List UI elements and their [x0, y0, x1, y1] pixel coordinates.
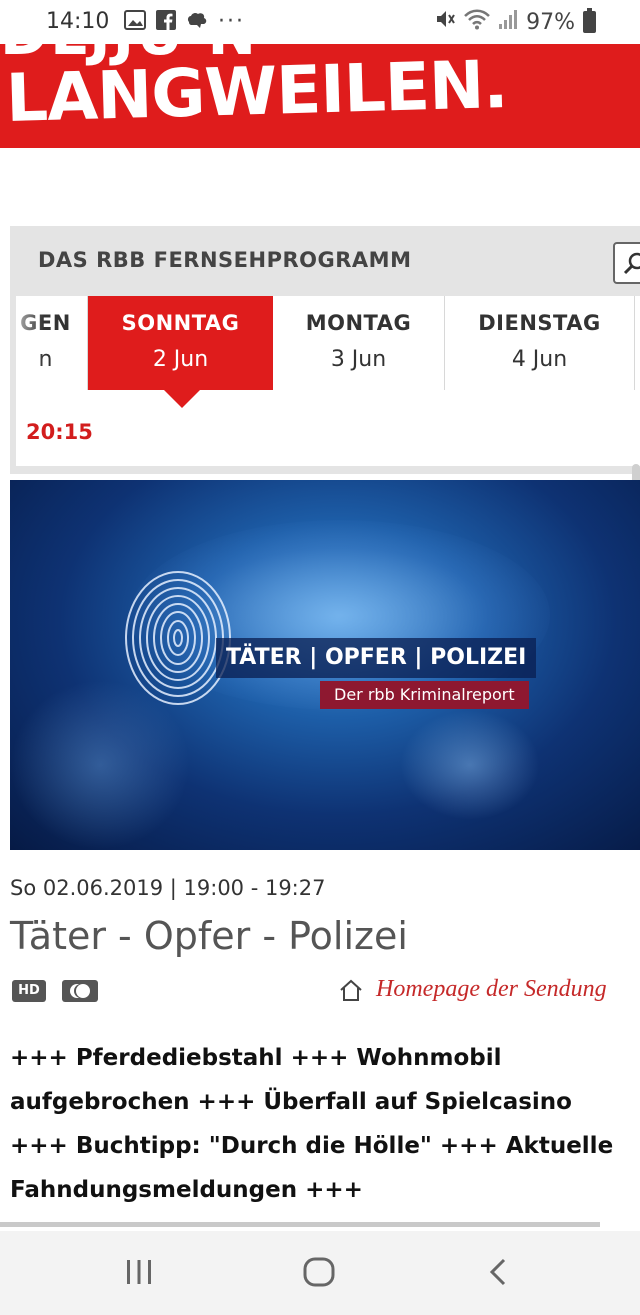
homepage-link[interactable]: Homepage der Sendung: [338, 976, 607, 1003]
banner-headline: LANGWEILEN.: [4, 46, 509, 137]
search-button[interactable]: [613, 242, 640, 284]
hd-badge: HD: [12, 980, 46, 1002]
program-image[interactable]: TÄTER | OPFER | POLIZEI Der rbb Kriminal…: [10, 480, 640, 850]
battery-percent: 97%: [526, 9, 575, 35]
navigation-bar: [0, 1231, 640, 1315]
description-line: Fahndungsmeldungen +++: [10, 1177, 363, 1203]
home-button-icon[interactable]: [302, 1257, 336, 1292]
search-icon: [623, 252, 640, 275]
notification-icon: [186, 10, 208, 35]
signal-icon: [498, 8, 518, 36]
back-icon[interactable]: [484, 1257, 512, 1292]
home-icon: [340, 979, 362, 1001]
tab-day-tuesday[interactable]: DIENSTAG 4 Jun: [445, 296, 635, 390]
wifi-icon: [464, 8, 490, 36]
homepage-link-label: Homepage der Sendung: [376, 976, 607, 1002]
mute-icon: [434, 8, 456, 36]
selected-time[interactable]: 20:15: [26, 420, 93, 444]
subtitle-badge: [62, 980, 98, 1002]
divider: [0, 1222, 600, 1227]
show-title: Täter - Opfer - Polizei: [10, 914, 408, 958]
image-icon: [124, 9, 146, 35]
day-name: SONNTAG: [121, 311, 240, 335]
active-day-pointer: [164, 390, 200, 408]
tab-day-sunday[interactable]: SONNTAG 2 Jun: [88, 296, 273, 390]
status-bar: 14:10 ··· 97%: [0, 0, 640, 44]
airdate: So 02.06.2019 | 19:00 - 19:27: [10, 876, 326, 900]
description-line: +++ Pferdediebstahl +++ Wohnmobil: [10, 1045, 502, 1071]
battery-icon: [583, 8, 596, 33]
tv-program-widget: DAS RBB FERNSEHPROGRAMM GEN n SONNTAG 2 …: [10, 226, 640, 474]
facebook-icon: [156, 9, 176, 35]
program-description: +++ Pferdediebstahl +++ Wohnmobil aufgeb…: [10, 1036, 640, 1212]
day-name: DIENSTAG: [478, 311, 601, 335]
day-name: MONTAG: [305, 311, 412, 335]
recent-apps-icon[interactable]: [124, 1257, 154, 1292]
show-logo-title: TÄTER | OPFER | POLIZEI: [216, 638, 537, 678]
tab-day-monday[interactable]: MONTAG 3 Jun: [273, 296, 445, 390]
day-date: 2 Jun: [152, 347, 209, 372]
description-line: aufgebrochen +++ Überfall auf Spielcasin…: [10, 1089, 572, 1115]
day-date: 3 Jun: [330, 347, 387, 372]
show-logo-subtitle: Der rbb Kriminalreport: [320, 681, 529, 709]
tab-day-saturday[interactable]: GEN n: [16, 296, 88, 390]
description-line: +++ Buchtipp: "Durch die Hölle" +++ Aktu…: [10, 1133, 614, 1159]
status-time: 14:10: [46, 9, 110, 34]
more-icon: ···: [218, 9, 245, 34]
day-tabs: GEN n SONNTAG 2 Jun MONTAG 3 Jun DIENSTA…: [16, 296, 640, 390]
widget-title: DAS RBB FERNSEHPROGRAMM: [38, 248, 412, 272]
promo-banner[interactable]: DLJJU N LANGWEILEN.: [0, 44, 640, 148]
day-date: 4 Jun: [511, 347, 568, 372]
time-bar: 20:15: [16, 390, 640, 466]
